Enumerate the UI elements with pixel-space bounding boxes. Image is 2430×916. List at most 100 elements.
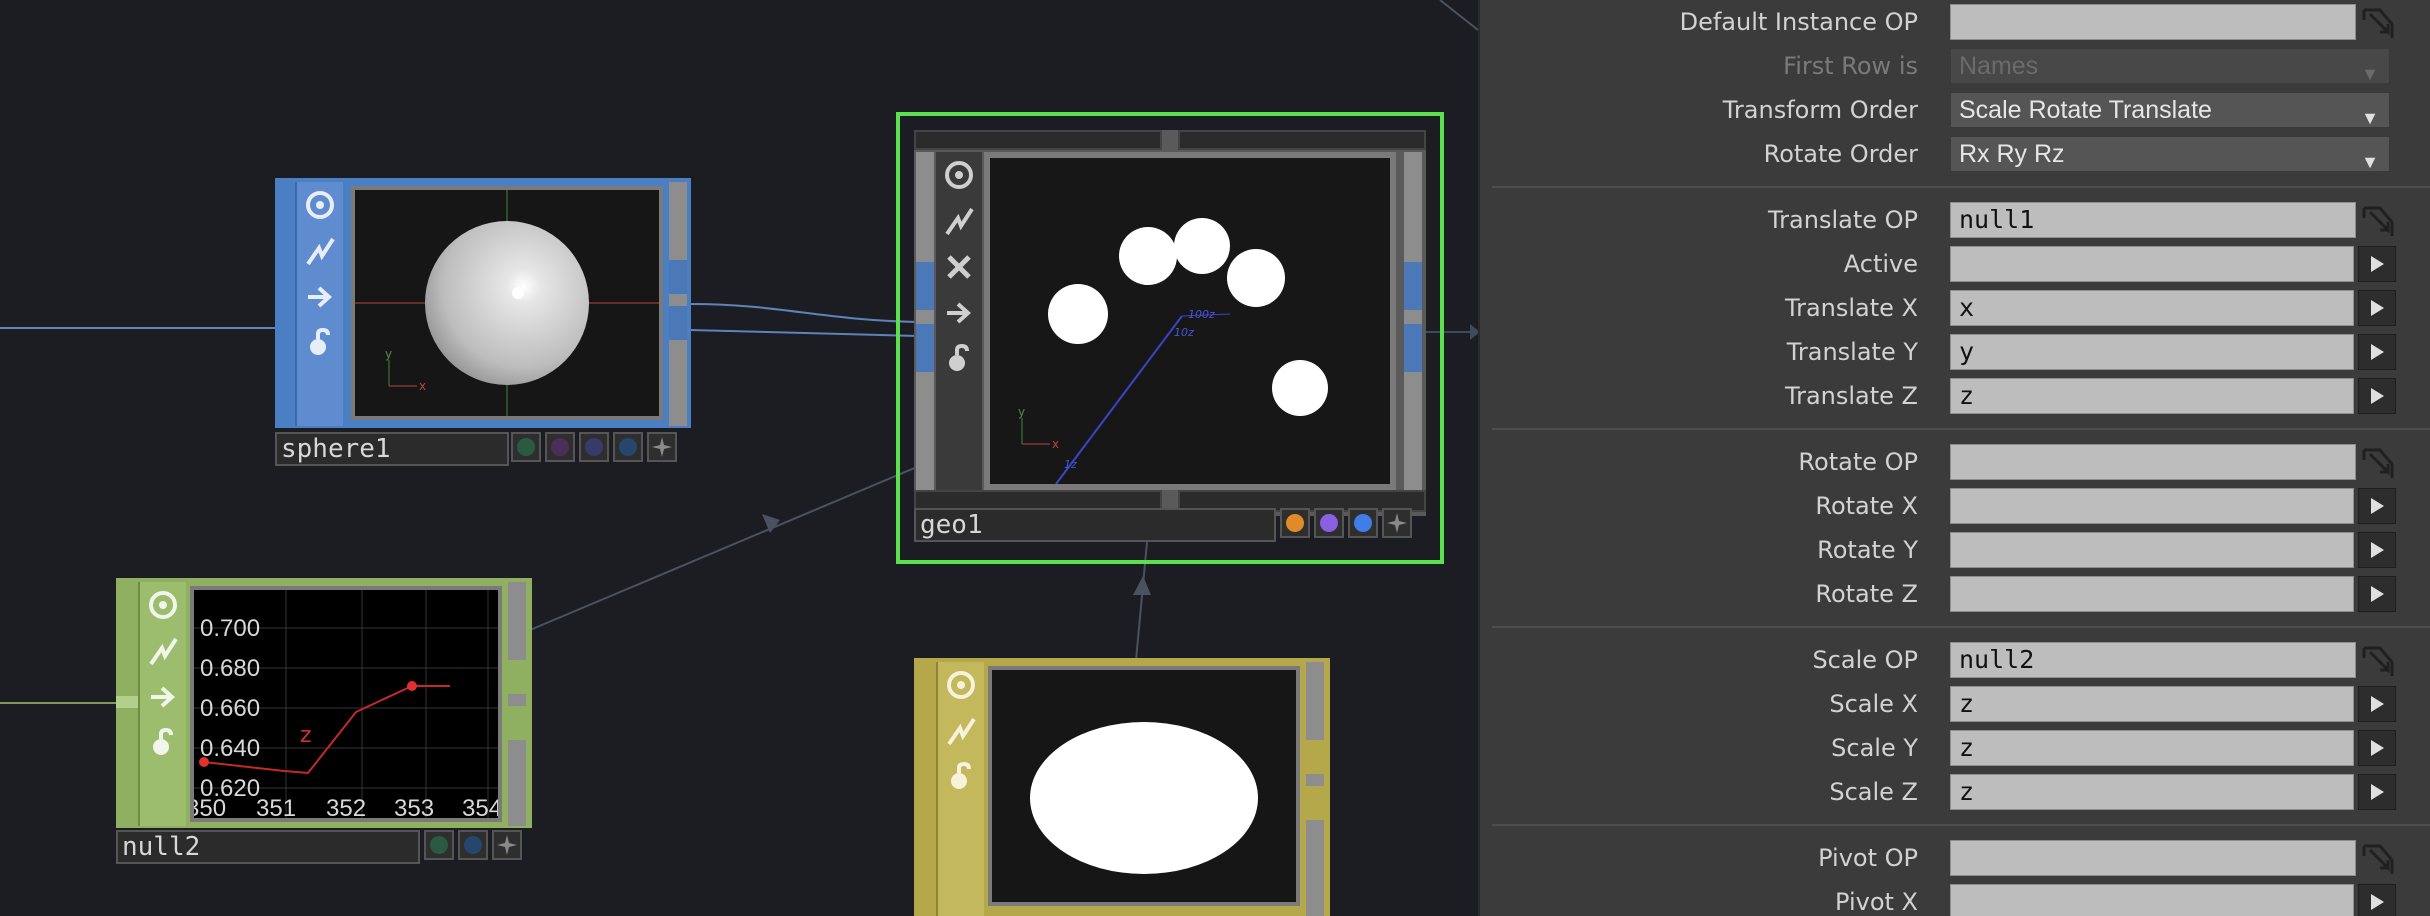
output-port[interactable] xyxy=(669,260,687,294)
op-picker-icon[interactable] xyxy=(2358,4,2396,40)
default-instance-op-field[interactable] xyxy=(1950,4,2356,40)
transform-order-menu[interactable]: Scale Rotate Translate ▼ xyxy=(1950,92,2390,128)
axis-y-label: y xyxy=(385,347,392,361)
display-toggle-button[interactable] xyxy=(1348,508,1378,538)
node-geo1[interactable]: 100z 10z 1z y x geo1 xyxy=(896,112,1444,564)
node-circle-top[interactable] xyxy=(914,656,1330,916)
expand-button[interactable] xyxy=(2358,532,2396,568)
pin-button[interactable] xyxy=(647,432,677,462)
node-name-field[interactable]: sphere1 xyxy=(275,432,509,466)
pin-button[interactable] xyxy=(1382,508,1412,538)
expand-button[interactable] xyxy=(2358,334,2396,370)
input-port[interactable] xyxy=(275,270,295,330)
lightning-icon xyxy=(149,637,178,666)
output-port[interactable] xyxy=(669,306,687,340)
cook-toggle-button[interactable] xyxy=(545,432,575,462)
clone-flag[interactable] xyxy=(936,244,982,290)
input-port[interactable] xyxy=(916,324,934,372)
top-viewer[interactable] xyxy=(988,666,1300,906)
sphere-viewer[interactable]: y x xyxy=(351,186,663,420)
translate-z-field[interactable]: z xyxy=(1950,378,2354,414)
y-tick-label: 0.640 xyxy=(200,735,260,762)
node-name-field[interactable]: null2 xyxy=(116,830,420,864)
scale-z-field[interactable]: z xyxy=(1950,774,2354,810)
viewer-toggle-button[interactable] xyxy=(511,432,541,462)
geo-viewer[interactable]: 100z 10z 1z y x xyxy=(984,152,1396,490)
viewer-flag[interactable] xyxy=(297,182,343,228)
viewer-flag[interactable] xyxy=(938,662,984,708)
display-flag[interactable] xyxy=(936,290,982,336)
wire-geo-out-arrow xyxy=(1470,324,1478,340)
expand-button[interactable] xyxy=(2358,290,2396,326)
bypass-flag[interactable] xyxy=(297,228,343,274)
output-port[interactable] xyxy=(508,660,526,694)
translate-y-field[interactable]: y xyxy=(1950,334,2354,370)
expand-button[interactable] xyxy=(2358,686,2396,722)
op-picker-icon[interactable] xyxy=(2358,444,2396,480)
template-toggle-button[interactable] xyxy=(1314,508,1344,538)
param-label: Scale Z xyxy=(1829,778,1918,806)
expand-button[interactable] xyxy=(2358,884,2396,916)
translate-op-field[interactable]: null1 xyxy=(1950,202,2356,238)
output-port[interactable] xyxy=(1306,786,1324,820)
lock-flag[interactable] xyxy=(297,320,343,366)
render-toggle-button[interactable] xyxy=(613,432,643,462)
output-port[interactable] xyxy=(1404,324,1422,372)
viewer-toggle-button[interactable] xyxy=(424,830,454,860)
lock-icon xyxy=(949,344,969,371)
expand-button[interactable] xyxy=(2358,576,2396,612)
rotate-op-field[interactable] xyxy=(1950,444,2356,480)
expand-button[interactable] xyxy=(2358,488,2396,524)
play-icon xyxy=(2371,586,2384,602)
viewer-flag[interactable] xyxy=(140,582,186,628)
display-flag[interactable] xyxy=(297,274,343,320)
render-toggle-button[interactable] xyxy=(1280,508,1310,538)
export-toggle-button[interactable] xyxy=(458,830,488,860)
pin-button[interactable] xyxy=(492,830,522,860)
input-port[interactable] xyxy=(116,696,138,708)
scale-y-field[interactable]: z xyxy=(1950,730,2354,766)
dot-icon xyxy=(464,836,482,854)
axis-x-label: x xyxy=(419,379,426,393)
expand-button[interactable] xyxy=(2358,730,2396,766)
scale-op-field[interactable]: null2 xyxy=(1950,642,2356,678)
rotate-z-field[interactable] xyxy=(1950,576,2354,612)
output-port[interactable] xyxy=(1404,262,1422,310)
rotate-order-menu[interactable]: Rx Ry Rz ▼ xyxy=(1950,136,2390,172)
lock-flag[interactable] xyxy=(140,720,186,766)
display-flag[interactable] xyxy=(140,674,186,720)
pivot-x-field[interactable] xyxy=(1950,884,2354,916)
translate-x-field[interactable]: x xyxy=(1950,290,2354,326)
bypass-flag[interactable] xyxy=(936,198,982,244)
chop-viewer[interactable]: z 0.700 0.680 0.660 0.640 0.620 350 351 … xyxy=(190,586,502,822)
scale-x-field[interactable]: z xyxy=(1950,686,2354,722)
node-null2[interactable]: z 0.700 0.680 0.660 0.640 0.620 350 351 … xyxy=(116,576,532,866)
template-toggle-button[interactable] xyxy=(579,432,609,462)
x-tick-label: 352 xyxy=(326,795,366,818)
network-editor[interactable]: y x sphere1 100z 10z 1z y x geo1 z 0.700… xyxy=(0,0,1478,916)
bypass-flag[interactable] xyxy=(140,628,186,674)
rotate-y-field[interactable] xyxy=(1950,532,2354,568)
expand-button[interactable] xyxy=(2358,246,2396,282)
rotate-x-field[interactable] xyxy=(1950,488,2354,524)
expand-button[interactable] xyxy=(2358,774,2396,810)
target-icon xyxy=(306,191,334,219)
bypass-flag[interactable] xyxy=(938,708,984,754)
input-port[interactable] xyxy=(916,262,934,310)
dot-icon xyxy=(585,438,603,456)
op-picker-icon[interactable] xyxy=(2358,202,2396,238)
output-port[interactable] xyxy=(1306,740,1324,774)
lock-flag[interactable] xyxy=(936,336,982,382)
output-strip xyxy=(669,182,687,426)
viewer-flag[interactable] xyxy=(936,152,982,198)
output-port[interactable] xyxy=(508,706,526,740)
lock-flag[interactable] xyxy=(938,754,984,800)
op-picker-icon[interactable] xyxy=(2358,642,2396,678)
expand-button[interactable] xyxy=(2358,378,2396,414)
close-icon xyxy=(947,255,971,279)
op-picker-icon[interactable] xyxy=(2358,840,2396,876)
active-field[interactable] xyxy=(1950,246,2354,282)
node-name-field[interactable]: geo1 xyxy=(914,508,1276,542)
pivot-op-field[interactable] xyxy=(1950,840,2356,876)
node-sphere1[interactable]: y x sphere1 xyxy=(275,176,691,468)
